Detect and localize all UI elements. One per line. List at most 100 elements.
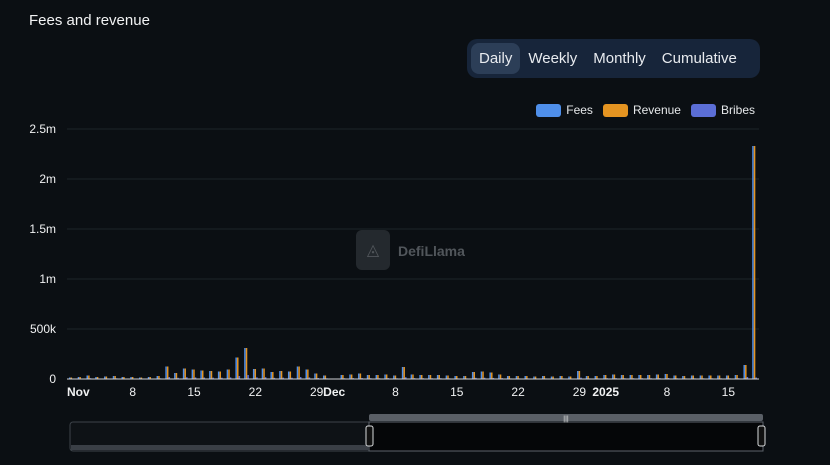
x-tick-label: 8 [664, 385, 671, 399]
x-tick-label: 2025 [592, 385, 619, 399]
bar-fees [165, 366, 167, 379]
bar-revenue [491, 372, 493, 379]
bar-fees [638, 375, 640, 379]
bar-revenue [622, 375, 624, 379]
bar-revenue [447, 375, 449, 379]
bar-revenue [245, 348, 248, 379]
y-axis: 0 500k 1m 1.5m 2m 2.5m [29, 122, 57, 386]
bar-fees [471, 372, 474, 379]
zoom-slider: ||| [69, 414, 766, 452]
bars [68, 146, 757, 379]
bar-revenue [613, 374, 616, 379]
bar-fees [717, 375, 719, 379]
bar-fees [445, 375, 448, 379]
bar-fees [655, 374, 658, 379]
x-tick-label: 22 [511, 385, 525, 399]
bar-fees [725, 375, 728, 379]
bar-revenue [403, 367, 405, 379]
bar-fees [366, 375, 369, 379]
bar-revenue [385, 374, 388, 379]
bar-revenue [184, 368, 186, 379]
x-tick-label: 22 [249, 385, 263, 399]
bar-revenue [394, 375, 397, 379]
bar-revenue [298, 366, 300, 379]
x-axis: Nov 8 15 22 29 Dec 8 15 22 29 2025 8 15 [67, 378, 759, 399]
bar-fees [480, 371, 483, 379]
bar-revenue [237, 357, 239, 379]
bar-revenue [175, 373, 178, 379]
bar-fees [235, 357, 237, 379]
bar-fees [699, 375, 702, 379]
bar-fees [270, 372, 272, 379]
bar-fees [287, 371, 290, 379]
y-tick-label: 2m [39, 172, 56, 186]
bar-revenue [657, 374, 659, 379]
bar-fees [428, 375, 430, 379]
bar-fees [261, 368, 264, 379]
bar-revenue [201, 370, 204, 379]
bar-revenue [482, 371, 484, 379]
bar-fees [393, 375, 395, 379]
bar-revenue [429, 375, 432, 379]
zoom-grip-icon: ||| [563, 416, 569, 423]
y-tick-label: 500k [30, 322, 57, 336]
bar-fees [629, 375, 632, 379]
bar-fees [620, 375, 623, 379]
bar-revenue [692, 375, 695, 379]
bar-fees [305, 369, 307, 379]
bar-fees [182, 368, 185, 379]
bar-fees [358, 373, 360, 379]
bar-fees [226, 369, 229, 379]
bar-revenue [263, 368, 265, 379]
watermark: ◬ DefiLlama [356, 230, 465, 270]
zoom-handle-left [365, 425, 374, 447]
bar-revenue [499, 374, 502, 379]
bar-revenue [377, 375, 379, 379]
bar-fees [647, 375, 649, 379]
bar-fees [252, 369, 255, 379]
bar-revenue [254, 369, 257, 379]
bar-revenue [228, 369, 230, 379]
bar-revenue [639, 375, 642, 379]
bar-chart: 0 500k 1m 1.5m 2m 2.5m ◬ DefiLlama Nov 8 15 22 29… [29, 122, 766, 452]
bar-fees [489, 372, 491, 379]
bar-fees [200, 370, 202, 379]
bar-fees [743, 365, 745, 379]
bar-revenue [753, 146, 756, 379]
bar-fees [401, 367, 404, 379]
bar-fees [174, 373, 176, 379]
bar-fees [384, 374, 386, 379]
bar-revenue [350, 374, 353, 379]
x-tick-label: 15 [722, 385, 736, 399]
bar-fees [410, 374, 413, 379]
bar-revenue [359, 373, 362, 379]
bar-fees [279, 371, 281, 379]
bar-revenue [604, 375, 607, 379]
bar-revenue [193, 369, 195, 379]
zoom-handle-right [757, 425, 766, 447]
bar-revenue [666, 374, 668, 379]
zoom-selection [368, 421, 764, 452]
x-tick-label: 15 [450, 385, 464, 399]
y-tick-label: 0 [49, 372, 56, 386]
bar-revenue [578, 371, 581, 379]
x-tick-label: 8 [129, 385, 136, 399]
bar-revenue [88, 375, 90, 379]
y-tick-label: 2.5m [29, 122, 56, 136]
bar-revenue [324, 375, 327, 379]
bar-fees [577, 371, 579, 379]
bar-fees [664, 374, 667, 379]
bar-revenue [745, 365, 747, 379]
bar-fees [209, 371, 211, 379]
x-tick-label: 29 [573, 385, 587, 399]
x-tick-label: Nov [67, 385, 90, 399]
bar-fees [419, 375, 421, 379]
bar-fees [690, 375, 693, 379]
bar-fees [436, 375, 439, 379]
bar-revenue [718, 375, 721, 379]
watermark-text: DefiLlama [398, 243, 465, 259]
x-tick-label: 8 [392, 385, 399, 399]
bar-revenue [166, 366, 169, 379]
bar-fees [673, 375, 675, 379]
bar-fees [603, 375, 605, 379]
